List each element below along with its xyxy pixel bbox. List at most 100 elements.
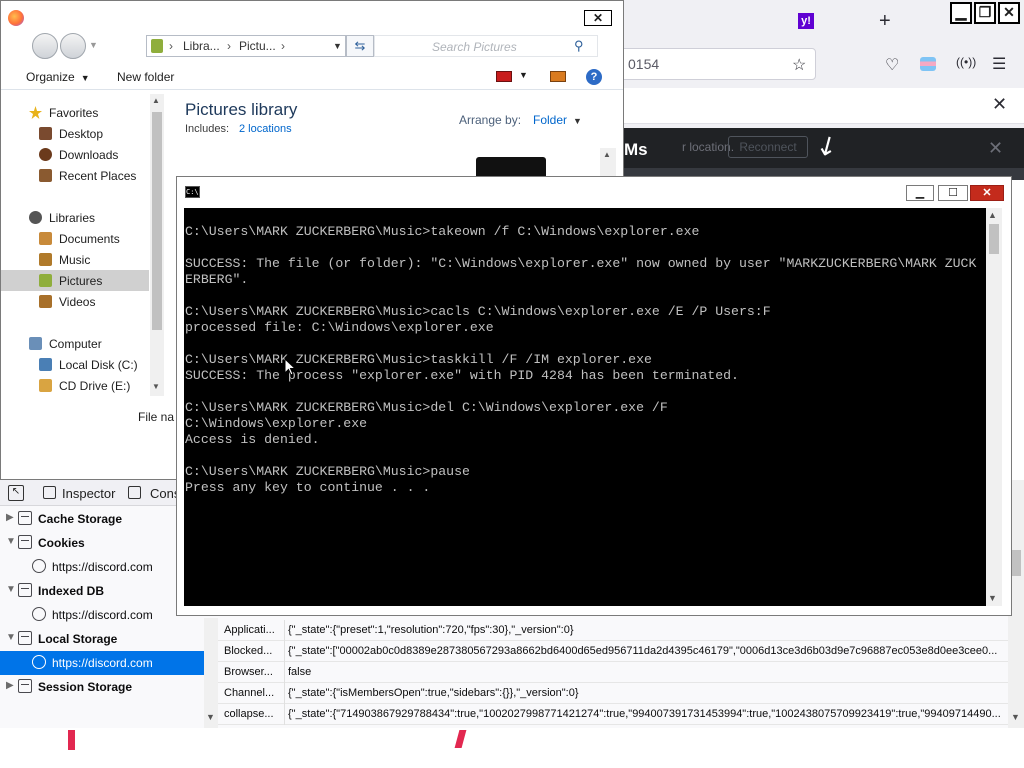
globe-icon [32, 607, 46, 621]
cmd-maximize-button[interactable]: ☐ [938, 185, 968, 201]
image-thumbnail[interactable] [476, 157, 546, 177]
arrange-by-dropdown[interactable]: Folder ▼ [533, 113, 582, 127]
nav-documents[interactable]: Documents [1, 228, 149, 249]
yahoo-tab-icon[interactable]: y! [798, 13, 814, 29]
storage-icon [18, 583, 32, 597]
nav-scroll-thumb[interactable] [152, 112, 162, 330]
bookmark-star-icon[interactable]: ☆ [792, 55, 806, 75]
locations-link[interactable]: 2 locations [239, 123, 292, 135]
scroll-down-icon[interactable]: ▼ [988, 593, 997, 603]
tree-session-storage[interactable]: ▶ Session Storage [0, 675, 204, 699]
element-picker-icon[interactable]: ↖ [8, 485, 24, 501]
globe-icon [32, 655, 46, 669]
nav-libraries[interactable]: Libraries [1, 207, 149, 228]
collapse-icon[interactable]: ▼ [6, 584, 16, 595]
tree-cookies[interactable]: ▼ Cookies [0, 531, 204, 555]
reconnect-button[interactable]: Reconnect [728, 136, 808, 158]
storage-icon [18, 631, 32, 645]
forward-button[interactable] [60, 33, 86, 59]
back-button[interactable] [32, 33, 58, 59]
console-line: processed file: C:\Windows\explorer.exe [185, 320, 494, 335]
new-tab-button[interactable]: + [879, 10, 891, 33]
table-row[interactable]: Applicati... {"_state":{"preset":1,"resol… [218, 620, 1008, 641]
restore-button[interactable]: ❐ [974, 2, 996, 24]
breadcrumb-separator: › [169, 39, 173, 53]
tree-local-storage-discord[interactable]: https://discord.com [0, 651, 204, 675]
nav-local-disk[interactable]: Local Disk (C:) [1, 354, 149, 375]
nav-desktop[interactable]: Desktop [1, 123, 149, 144]
chevron-down-icon[interactable]: ▼ [519, 70, 528, 80]
organize-button[interactable]: Organize ▼ [26, 70, 90, 84]
tree-cache-storage[interactable]: ▶ Cache Storage [0, 507, 204, 531]
tree-indexed-db-discord[interactable]: https://discord.com [0, 603, 204, 627]
devtools-footer [0, 728, 1024, 768]
firefox-icon [8, 10, 24, 26]
console-line: C:\Users\MARK ZUCKERBERG\Music>takeown /… [185, 224, 700, 239]
close-button[interactable]: ✕ [998, 2, 1020, 24]
search-placeholder: Search Pictures [432, 40, 517, 54]
discord-banner-close-icon[interactable]: ✕ [988, 138, 1003, 159]
cmd-close-button[interactable]: ✕ [970, 185, 1004, 201]
expand-icon[interactable]: ▶ [6, 512, 14, 523]
refresh-button[interactable]: ⇆ [346, 35, 374, 57]
cmd-scroll-thumb[interactable] [989, 224, 999, 254]
scroll-up-icon[interactable]: ▲ [603, 150, 611, 159]
address-bar[interactable]: › Libra... › Pictu... › ▼ [146, 35, 346, 57]
scroll-up-icon[interactable]: ▲ [988, 210, 997, 220]
breadcrumb-libraries[interactable]: Libra... [183, 39, 220, 53]
minimize-button[interactable]: ▁ [950, 2, 972, 24]
notification-close-icon[interactable]: ✕ [992, 94, 1007, 115]
includes-label: Includes: [185, 123, 230, 135]
nav-computer[interactable]: Computer [1, 333, 149, 354]
collapse-icon[interactable]: ▼ [6, 536, 16, 547]
nav-downloads[interactable]: Downloads [1, 144, 149, 165]
inspector-tab[interactable]: Inspector [62, 486, 115, 501]
scroll-up-icon[interactable]: ▲ [152, 96, 160, 105]
tree-local-storage[interactable]: ▼ Local Storage [0, 627, 204, 651]
container-icon[interactable] [920, 57, 936, 71]
scroll-down-icon[interactable]: ▼ [152, 382, 160, 391]
address-dropdown-icon[interactable]: ▼ [333, 41, 342, 51]
pocket-icon[interactable]: ♡ [885, 55, 899, 75]
table-row[interactable]: Browser... false [218, 662, 1008, 683]
nav-favorites[interactable]: Favorites [1, 102, 149, 123]
tree-indexed-db[interactable]: ▼ Indexed DB [0, 579, 204, 603]
help-icon[interactable]: ? [586, 69, 602, 85]
globe-icon [32, 559, 46, 573]
cmd-scrollbar[interactable] [986, 208, 1002, 606]
scroll-down-icon[interactable]: ▼ [1011, 712, 1020, 722]
tree-cookies-discord[interactable]: https://discord.com [0, 555, 204, 579]
cmd-minimize-button[interactable]: ▁ [906, 185, 934, 201]
extension-icon[interactable]: ((•)) [956, 55, 976, 69]
nav-pictures[interactable]: Pictures [1, 270, 149, 291]
preview-pane-icon[interactable] [550, 71, 566, 82]
new-folder-button[interactable]: New folder [117, 70, 174, 84]
explorer-close-button[interactable]: ✕ [584, 10, 612, 26]
console-line: SUCCESS: The process "explorer.exe" with… [185, 368, 739, 383]
nav-recent-places[interactable]: Recent Places [1, 165, 149, 186]
cmd-titlebar [177, 177, 1011, 205]
videos-icon [39, 295, 52, 308]
breadcrumb-pictures[interactable]: Pictu... [239, 39, 276, 53]
console-line: SUCCESS: The file (or folder): "C:\Windo… [185, 256, 977, 271]
scroll-thumb[interactable] [1011, 550, 1021, 576]
console-line: C:\Users\MARK ZUCKERBERG\Music>taskkill … [185, 352, 652, 367]
explorer-titlebar [1, 1, 623, 29]
nav-cd-drive[interactable]: CD Drive (E:) [1, 375, 149, 396]
table-row[interactable]: collapse... {"_state":{"71490386792978843… [218, 704, 1008, 725]
collapse-icon[interactable]: ▼ [6, 632, 16, 643]
search-icon[interactable]: ⚲ [574, 38, 584, 54]
recent-pages-chevron-icon[interactable]: ▼ [89, 40, 98, 50]
scroll-down-icon[interactable]: ▼ [206, 712, 215, 722]
cmd-icon: C:\ [185, 186, 200, 198]
hamburger-menu-icon[interactable]: ☰ [992, 54, 1006, 74]
table-row[interactable]: Channel... {"_state":{"isMembersOpen":tru… [218, 683, 1008, 704]
expand-icon[interactable]: ▶ [6, 680, 14, 691]
nav-videos[interactable]: Videos [1, 291, 149, 312]
console-output[interactable]: C:\Users\MARK ZUCKERBERG\Music>takeown /… [184, 208, 986, 606]
storage-icon [18, 511, 32, 525]
view-options-icon[interactable] [496, 71, 512, 82]
table-row[interactable]: Blocked... {"_state":["00002ab0c0d8389e28… [218, 641, 1008, 662]
nav-music[interactable]: Music [1, 249, 149, 270]
